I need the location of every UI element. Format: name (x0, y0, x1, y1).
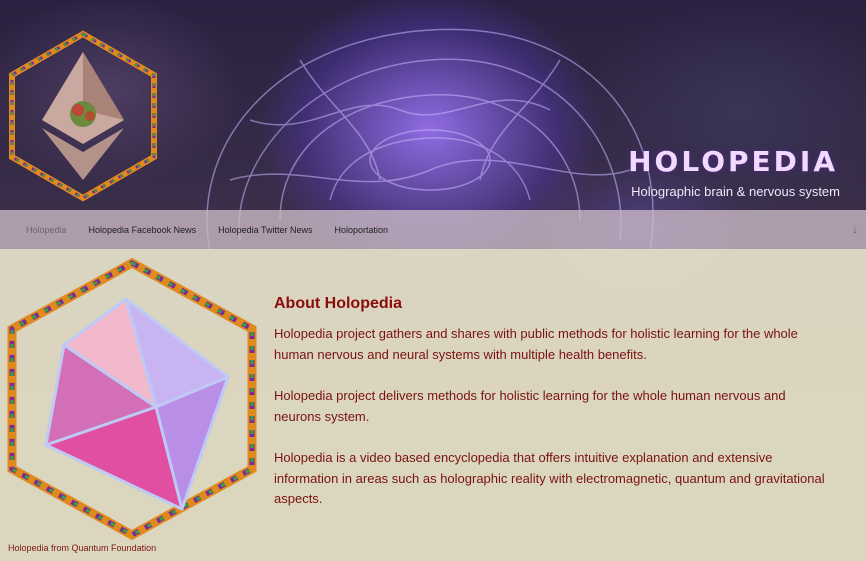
site-description: Holographic brain & nervous system (631, 184, 840, 199)
nav-item-facebook-news[interactable]: Holopedia Facebook News (89, 225, 197, 235)
article-heading: About Holopedia (274, 295, 402, 312)
nav-item-twitter-news[interactable]: Holopedia Twitter News (218, 225, 312, 235)
arrow-down-icon[interactable]: ↓ (852, 222, 858, 236)
ethereum-crystal-logo-icon[interactable] (6, 30, 160, 202)
article-paragraph: Holopedia project gathers and shares wit… (274, 326, 798, 362)
about-article: About Holopedia Holopedia project gather… (274, 295, 834, 531)
main-content: Holopedia from Quantum Foundation About … (0, 249, 866, 561)
nav-item-holoportation[interactable]: Holoportation (334, 225, 388, 235)
image-caption: Holopedia from Quantum Foundation (8, 543, 157, 553)
main-navigation: Holopedia Holopedia Facebook News Holope… (0, 210, 866, 249)
article-paragraph: Holopedia project delivers methods for h… (274, 388, 786, 424)
site-header: HOLOPEDIA Holographic brain & nervous sy… (0, 0, 866, 210)
octahedron-crystal-icon (7, 257, 257, 540)
site-title[interactable]: HOLOPEDIA (628, 145, 838, 178)
article-paragraph: Holopedia is a video based encyclopedia … (274, 450, 825, 506)
nav-item-holopedia[interactable]: Holopedia (26, 225, 67, 235)
